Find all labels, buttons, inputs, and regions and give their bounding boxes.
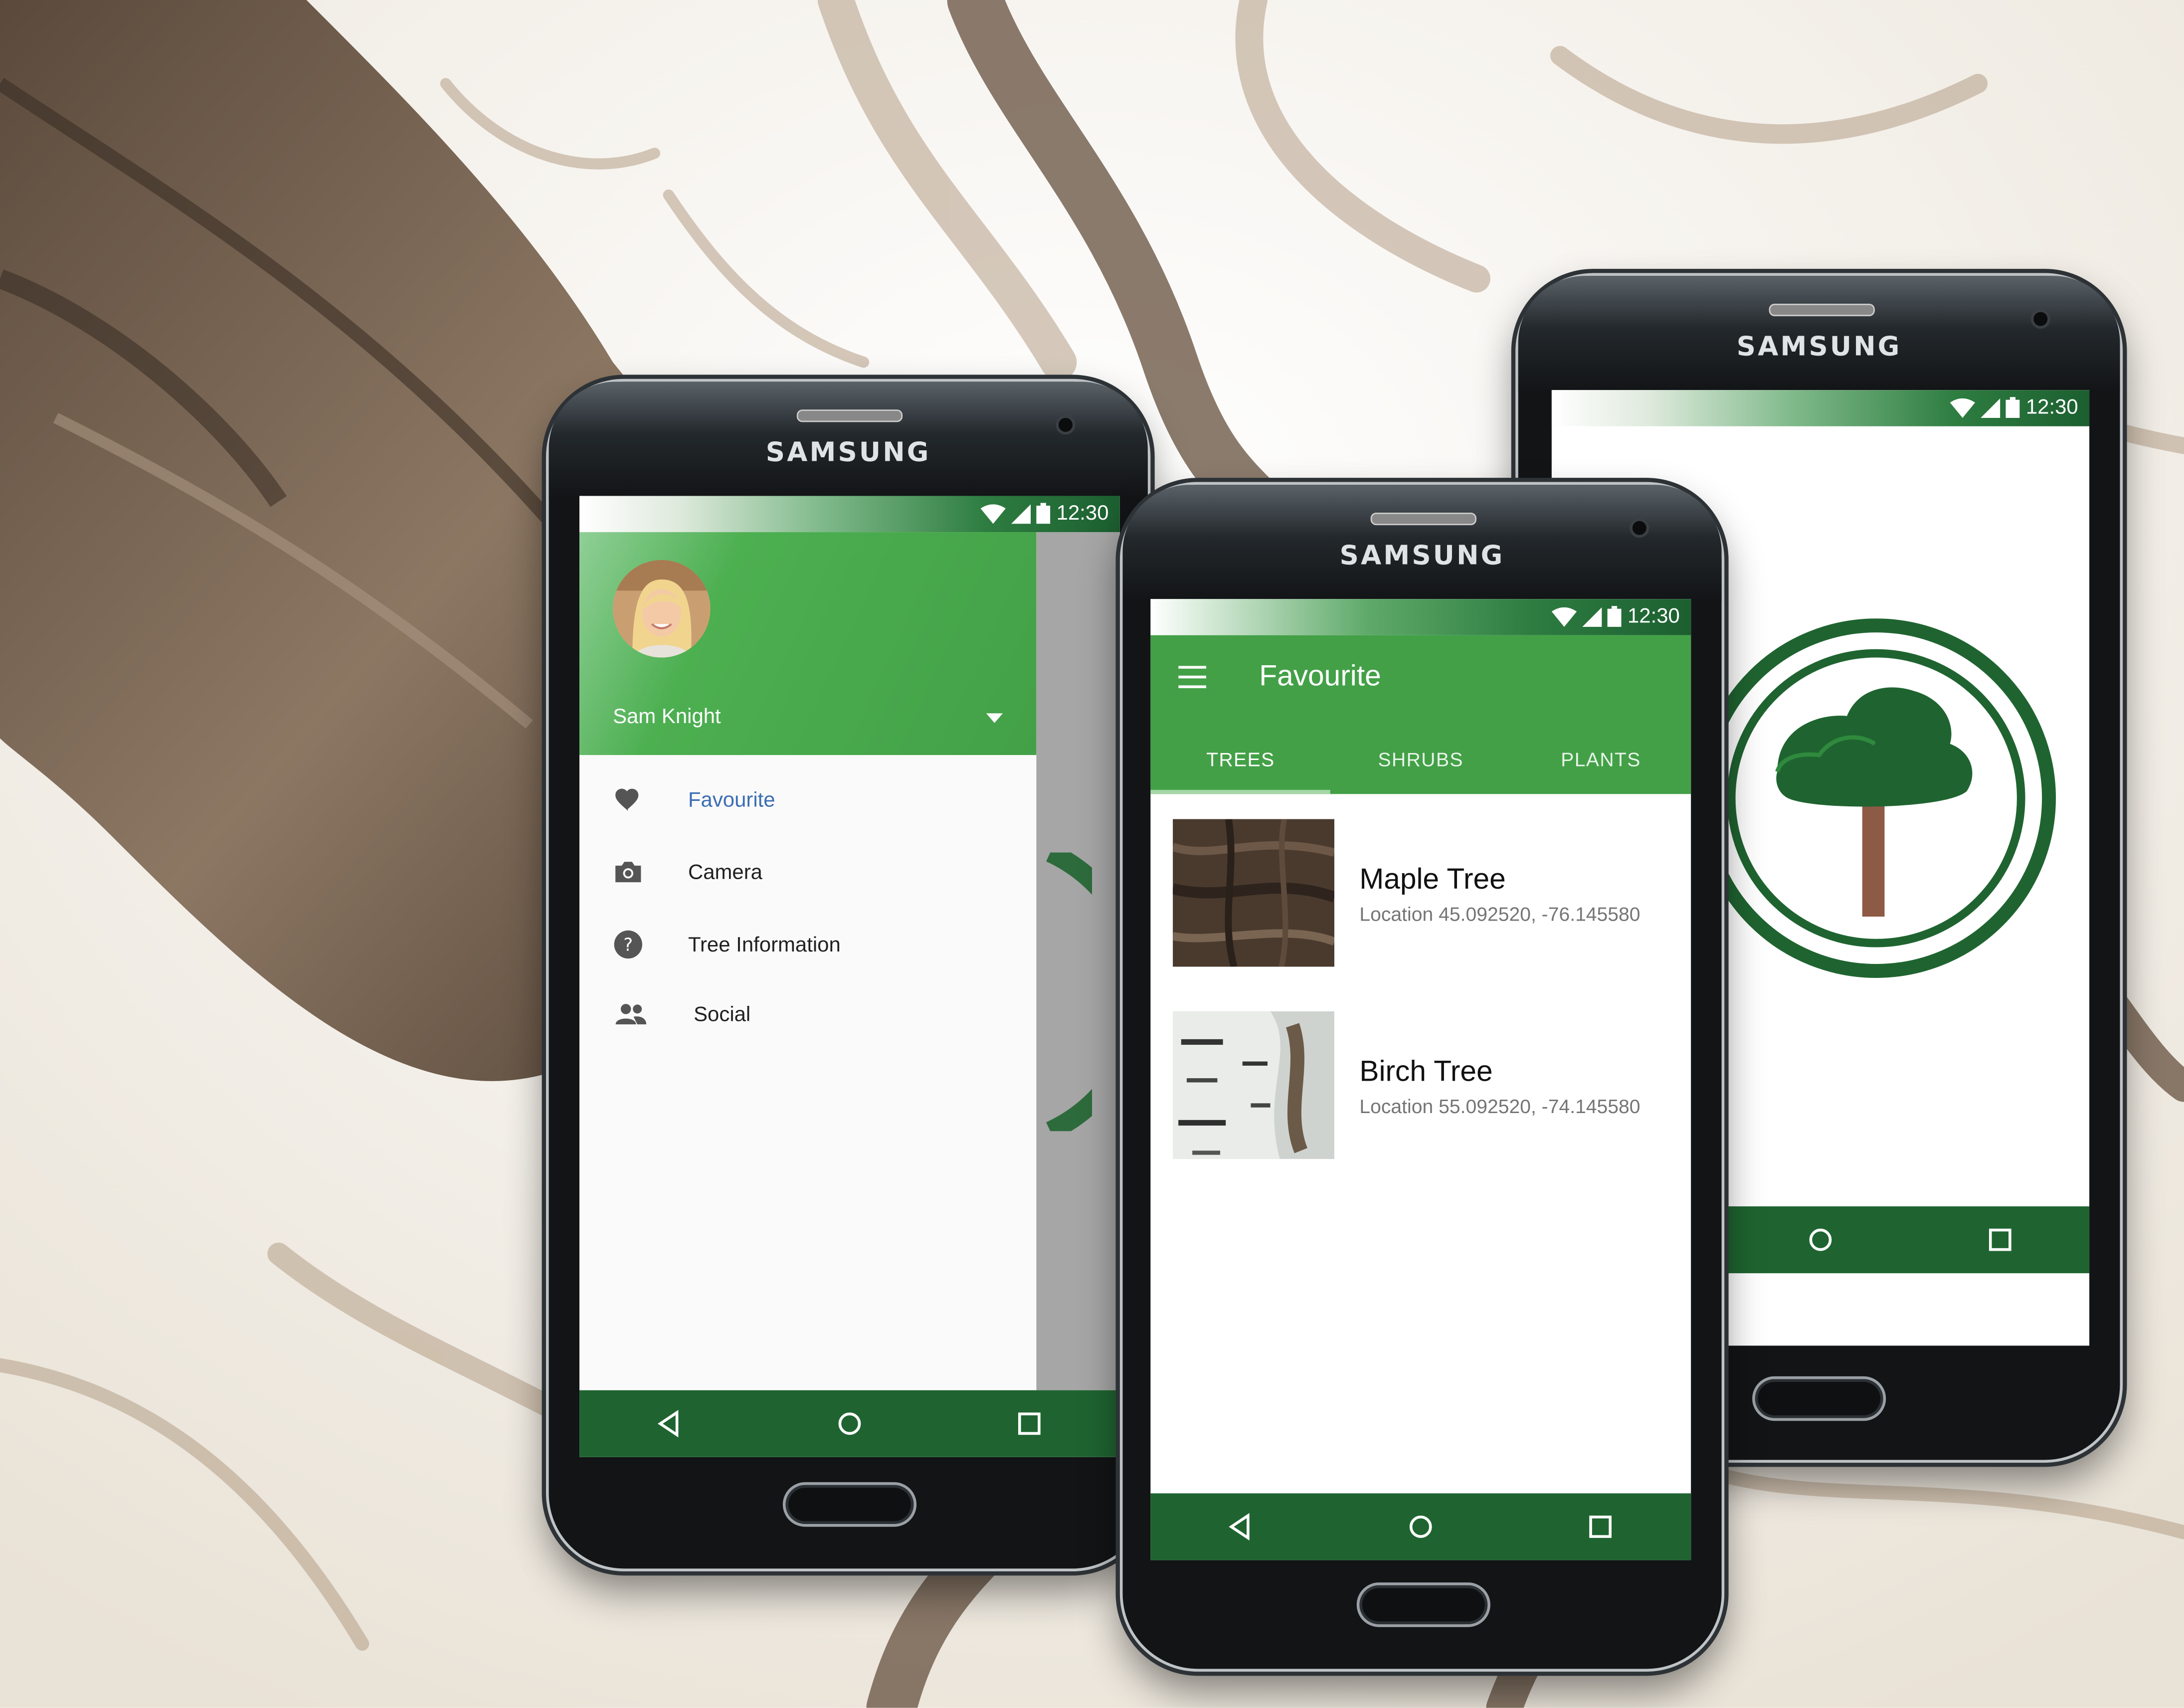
status-bar: 12:30	[579, 496, 1120, 533]
help-icon: ?	[614, 930, 642, 959]
nav-home-icon[interactable]	[834, 1408, 865, 1439]
app-logo	[1694, 616, 2059, 981]
battery-icon	[1037, 503, 1051, 524]
home-button[interactable]	[782, 1482, 917, 1527]
birch-bark-thumbnail	[1173, 1011, 1335, 1159]
brand-label: SAMSUNG	[765, 437, 931, 468]
nav-recents-icon[interactable]	[1985, 1224, 2015, 1255]
wifi-icon	[981, 503, 1007, 523]
camera-icon	[615, 862, 641, 883]
screen: 12:30 Favourite TREES SHRUBS PLANTS Mapl…	[1150, 599, 1691, 1560]
drawer-item-tree-information[interactable]: ? Tree Information	[579, 917, 1036, 972]
list-item[interactable]: Birch Tree Location 55.092520, -74.14558…	[1173, 1011, 1668, 1173]
earpiece	[1769, 303, 1875, 317]
signal-icon	[1981, 397, 2001, 417]
drawer-item-favourite[interactable]: Favourite	[579, 772, 1036, 828]
tab-plants[interactable]: PLANTS	[1511, 727, 1691, 794]
item-title: Maple Tree	[1359, 863, 1506, 896]
tab-trees[interactable]: TREES	[1150, 727, 1331, 794]
nav-bar	[1150, 1493, 1691, 1560]
people-icon	[615, 1004, 647, 1025]
drawer-header: Sam Knight	[579, 532, 1037, 756]
status-time: 12:30	[1627, 604, 1680, 628]
nav-recents-icon[interactable]	[1586, 1512, 1616, 1542]
maple-bark-thumbnail	[1173, 819, 1335, 967]
status-time: 12:30	[2025, 395, 2078, 419]
wifi-icon	[1951, 397, 1976, 417]
nav-home-icon[interactable]	[1805, 1224, 1835, 1255]
drawer-item-label: Tree Information	[688, 933, 841, 956]
drawer-scrim[interactable]	[1036, 532, 1120, 1390]
home-button[interactable]	[1356, 1582, 1490, 1627]
earpiece	[796, 409, 903, 422]
page-title: Favourite	[1259, 660, 1381, 693]
status-bar: 12:30	[1150, 599, 1691, 635]
heart-icon	[615, 788, 639, 811]
drawer-item-label: Favourite	[688, 787, 775, 812]
drawer-item-label: Social	[694, 1002, 751, 1026]
earpiece	[1370, 512, 1477, 526]
item-title: Birch Tree	[1359, 1056, 1493, 1088]
wifi-icon	[1552, 606, 1578, 626]
nav-bar	[579, 1390, 1120, 1457]
user-name: Sam Knight	[613, 705, 721, 729]
nav-back-icon[interactable]	[654, 1408, 685, 1439]
item-location: Location 55.092520, -74.145580	[1359, 1095, 1640, 1118]
drawer-item-label: Camera	[688, 860, 762, 884]
brand-label: SAMSUNG	[1339, 540, 1505, 571]
signal-icon	[1583, 606, 1603, 626]
tab-bar: TREES SHRUBS PLANTS	[1150, 727, 1691, 794]
nav-back-icon[interactable]	[1225, 1512, 1256, 1542]
home-button[interactable]	[1752, 1376, 1886, 1421]
phone-favourites-screen: SAMSUNG 12:30 Favourite TREES SHRUBS PLA…	[1119, 482, 1725, 1672]
navigation-drawer: Sam Knight Favourite Camera ? Tree Infor…	[579, 532, 1037, 1390]
svg-text:?: ?	[623, 935, 633, 955]
app-bar: Favourite TREES SHRUBS PLANTS	[1150, 635, 1691, 794]
menu-icon[interactable]	[1178, 666, 1207, 688]
battery-icon	[2006, 397, 2020, 418]
battery-icon	[1608, 606, 1622, 627]
status-time: 12:30	[1056, 501, 1109, 526]
drawer-item-social[interactable]: Social	[579, 986, 1036, 1042]
front-camera	[2030, 309, 2050, 329]
signal-icon	[1012, 503, 1032, 523]
front-camera	[1056, 415, 1076, 435]
account-dropdown-icon[interactable]	[986, 713, 1003, 723]
drawer-item-camera[interactable]: Camera	[579, 844, 1036, 900]
scene: SAMSUNG 12:30 SAMSUNG 12:30 Sam Knight F…	[0, 0, 2184, 1708]
screen: 12:30	[579, 496, 1120, 1457]
avatar[interactable]	[613, 560, 711, 658]
tab-shrubs[interactable]: SHRUBS	[1331, 727, 1511, 794]
front-camera	[1630, 518, 1649, 538]
nav-home-icon[interactable]	[1405, 1512, 1436, 1542]
brand-label: SAMSUNG	[1736, 331, 1902, 363]
item-location: Location 45.092520, -76.145580	[1359, 903, 1640, 925]
list-item[interactable]: Maple Tree Location 45.092520, -76.14558…	[1173, 819, 1668, 981]
phone-drawer-screen: SAMSUNG 12:30 Sam Knight Favourite Camer…	[546, 379, 1151, 1571]
status-bar: 12:30	[1551, 390, 2090, 426]
nav-recents-icon[interactable]	[1014, 1408, 1045, 1439]
